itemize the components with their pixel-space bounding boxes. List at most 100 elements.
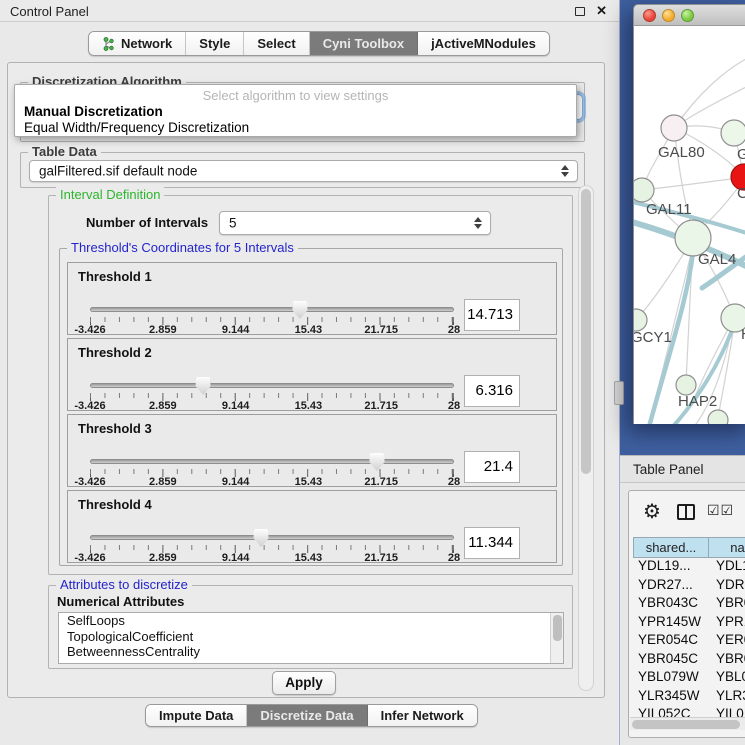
- network-canvas[interactable]: GAL80 GA C GAL11 GAL4 GCY1 H HAP2: [633, 26, 745, 424]
- list-scrollbar-thumb[interactable]: [553, 615, 562, 641]
- numerical-attributes-list[interactable]: SelfLoops TopologicalCoefficient Between…: [58, 612, 564, 664]
- number-of-intervals-value: 5: [229, 216, 237, 231]
- table-row[interactable]: YER054CYER0: [633, 632, 745, 651]
- slider-scale: -3.426 2.859 9.144 15.43 21.715 28: [90, 324, 454, 336]
- table-row[interactable]: YBR045CYBR0: [633, 651, 745, 670]
- combo-arrows-icon: [561, 165, 569, 177]
- threshold-3-row: Threshold 3 -3.426 2.859 9.144 15.43 21.…: [67, 414, 557, 487]
- control-panel-window: Control Panel ✕ Network Style Select Cyn…: [0, 0, 620, 745]
- attributes-group-label: Attributes to discretize: [56, 577, 192, 592]
- panel-scrollbar[interactable]: [578, 185, 594, 691]
- column-header-shared[interactable]: shared...: [633, 537, 709, 558]
- numerical-attributes-label: Numerical Attributes: [57, 594, 184, 609]
- list-item[interactable]: TopologicalCoefficient: [59, 629, 563, 645]
- tab-select[interactable]: Select: [244, 32, 309, 55]
- control-panel-tabbar: Network Style Select Cyni Toolbox jActiv…: [88, 31, 550, 56]
- tab-impute-data[interactable]: Impute Data: [146, 705, 247, 726]
- combo-arrows-icon: [474, 217, 482, 229]
- column-layout-icon[interactable]: [677, 504, 695, 520]
- network-node-hap2[interactable]: [676, 375, 696, 395]
- network-node-gcy1[interactable]: [634, 309, 647, 331]
- tab-infer-network[interactable]: Infer Network: [368, 705, 477, 726]
- network-window-titlebar[interactable]: [633, 4, 745, 26]
- minimize-traffic-light-icon[interactable]: [662, 9, 675, 22]
- table-data-value: galFiltered.sif default node: [39, 164, 197, 179]
- table-row[interactable]: YDR27...YDR2: [633, 577, 745, 596]
- node-label-partial-ga: GA: [737, 146, 745, 163]
- cyni-toolbox-panel: Discretization Algorithm Select algorith…: [7, 62, 605, 698]
- algorithm-dropdown-popup: Select algorithm to view settings Manual…: [14, 84, 577, 137]
- float-window-icon[interactable]: [575, 7, 585, 16]
- close-icon[interactable]: ✕: [596, 3, 607, 19]
- list-scrollbar[interactable]: [550, 613, 563, 663]
- slider-minor-ticks: [90, 469, 454, 474]
- threshold-3-value-field[interactable]: 21.4: [464, 451, 520, 483]
- slider-minor-ticks: [90, 545, 454, 550]
- threshold-4-slider[interactable]: [90, 535, 454, 540]
- slider-minor-ticks: [90, 317, 454, 322]
- thresholds-group-label: Threshold's Coordinates for 5 Intervals: [67, 240, 298, 255]
- node-label-partial-h: H: [741, 326, 745, 343]
- slider-scale: -3.426 2.859 9.144 15.43 21.715 28: [90, 400, 454, 412]
- panel-scrollbar-thumb[interactable]: [581, 189, 591, 474]
- screen: Control Panel ✕ Network Style Select Cyn…: [0, 0, 745, 745]
- table-horizontal-scrollbar-thumb[interactable]: [632, 720, 740, 729]
- threshold-4-value-field[interactable]: 11.344: [464, 527, 520, 559]
- apply-button[interactable]: Apply: [272, 671, 336, 695]
- node-label-partial-c: C: [737, 185, 745, 202]
- checkbox-pair-icon[interactable]: ☑☑: [707, 502, 734, 519]
- gear-icon[interactable]: ⚙: [643, 499, 661, 524]
- table-row[interactable]: YPR145WYPR1: [633, 614, 745, 633]
- node-table-container: ⚙ ☑☑ shared... na YDL19...YDL1 YDR27...Y…: [628, 490, 745, 738]
- dropdown-prompt: Select algorithm to view settings: [15, 88, 576, 103]
- table-panel-titlebar: Table Panel: [620, 455, 745, 483]
- cyni-mode-tabbar: Impute Data Discretize Data Infer Networ…: [145, 704, 478, 727]
- table-data-select[interactable]: galFiltered.sif default node: [29, 160, 578, 182]
- table-row[interactable]: YBR043CYBR0: [633, 595, 745, 614]
- threshold-3-slider[interactable]: [90, 459, 454, 464]
- threshold-1-value-field[interactable]: 14.713: [464, 299, 520, 331]
- node-label-gal4: GAL4: [698, 251, 736, 268]
- threshold-2-value-field[interactable]: 6.316: [464, 375, 520, 407]
- attributes-group: Attributes to discretize Numerical Attri…: [48, 585, 573, 669]
- column-header-name[interactable]: na: [709, 537, 745, 558]
- tab-cyni-toolbox[interactable]: Cyni Toolbox: [310, 32, 418, 55]
- network-node-gal80[interactable]: [661, 115, 687, 141]
- network-node-partial-bottom[interactable]: [708, 410, 728, 424]
- network-view-window: GAL80 GA C GAL11 GAL4 GCY1 H HAP2: [633, 4, 745, 424]
- slider-minor-ticks: [90, 393, 454, 398]
- table-horizontal-scrollbar[interactable]: [630, 717, 745, 730]
- table-row[interactable]: YBL079WYBL0: [633, 669, 745, 688]
- thresholds-group: Threshold's Coordinates for 5 Intervals …: [59, 248, 563, 566]
- number-of-intervals-select[interactable]: 5: [219, 211, 491, 235]
- dropdown-option-manual[interactable]: Manual Discretization: [24, 104, 163, 119]
- interval-definition-label: Interval Definition: [56, 187, 164, 202]
- table-row[interactable]: YDL19...YDL1: [633, 558, 745, 577]
- table-panel: ⚙ ☑☑ shared... na YDL19...YDL1 YDR27...Y…: [620, 483, 745, 745]
- number-of-intervals-label: Number of Intervals: [86, 215, 208, 230]
- network-node-partial-top[interactable]: [721, 120, 745, 146]
- network-tree-icon: [102, 37, 115, 51]
- list-item[interactable]: BetweennessCentrality: [59, 644, 563, 660]
- list-item[interactable]: SelfLoops: [59, 613, 563, 629]
- table-data-group: Table Data galFiltered.sif default node: [20, 152, 585, 188]
- tab-style[interactable]: Style: [186, 32, 244, 55]
- node-label-gal11: GAL11: [646, 201, 692, 218]
- threshold-4-row: Threshold 4 -3.426 2.859 9.144 15.43 21.…: [67, 490, 557, 563]
- threshold-2-slider[interactable]: [90, 383, 454, 388]
- tab-jactivemnodules[interactable]: jActiveMNodules: [418, 32, 549, 55]
- threshold-2-row: Threshold 2 -3.426 2.859 9.144 15.43 21.…: [67, 338, 557, 411]
- panel-splitter-handle[interactable]: [614, 381, 624, 405]
- tab-discretize-data[interactable]: Discretize Data: [247, 705, 367, 726]
- network-node-gal11[interactable]: [634, 178, 654, 202]
- window-traffic-lights: [643, 9, 694, 22]
- node-label-gal80: GAL80: [658, 144, 705, 161]
- close-traffic-light-icon[interactable]: [643, 9, 656, 22]
- threshold-1-slider[interactable]: [90, 307, 454, 312]
- tab-network[interactable]: Network: [89, 32, 186, 55]
- table-row[interactable]: YLR345WYLR3: [633, 688, 745, 707]
- dropdown-option-equal-width[interactable]: Equal Width/Frequency Discretization: [24, 120, 249, 135]
- node-label-gcy1: GCY1: [634, 329, 672, 346]
- zoom-traffic-light-icon[interactable]: [681, 9, 694, 22]
- interval-definition-group: Interval Definition Number of Intervals …: [48, 195, 573, 575]
